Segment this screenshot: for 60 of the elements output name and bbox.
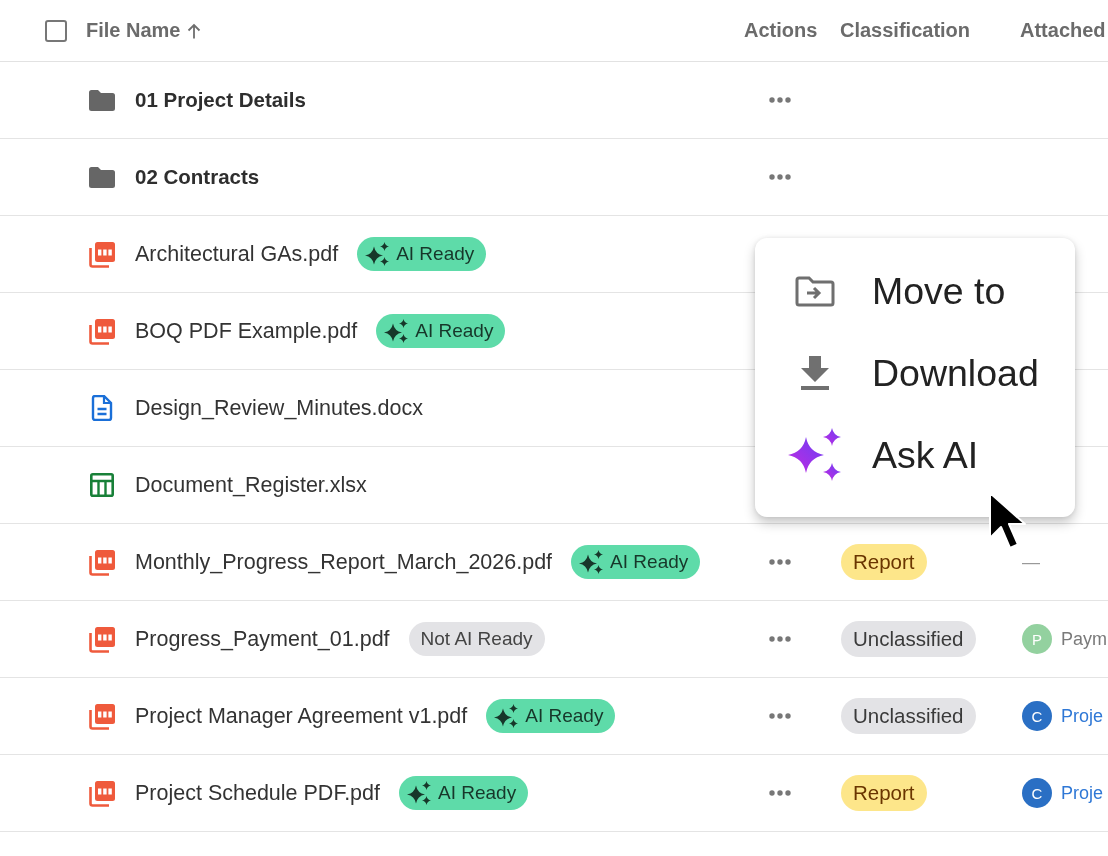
- sparkle-icon: [788, 428, 842, 482]
- file-name[interactable]: Design_Review_Minutes.docx: [135, 395, 423, 421]
- file-name[interactable]: BOQ PDF Example.pdf: [135, 318, 358, 344]
- select-all-checkbox[interactable]: [45, 19, 67, 42]
- ai-status-text: AI Ready: [525, 705, 604, 727]
- sparkle-icon: [494, 704, 519, 728]
- sparkle-icon: [365, 242, 390, 266]
- pdf-file-icon: [88, 625, 115, 653]
- classification-tag: Report: [841, 544, 927, 580]
- pdf-file-icon: [88, 548, 115, 576]
- pdf-file-icon: [88, 240, 115, 268]
- pdf-file-icon: [88, 779, 115, 807]
- ai-status-text: AI Ready: [396, 243, 475, 265]
- file-name[interactable]: 01 Project Details: [135, 88, 306, 112]
- file-name[interactable]: Document_Register.xlsx: [135, 472, 367, 498]
- classification-tag: Unclassified: [841, 621, 976, 657]
- folder-icon: [88, 89, 115, 111]
- column-header[interactable]: Classification: [840, 19, 971, 42]
- column-header[interactable]: Actions: [744, 19, 818, 42]
- column-header[interactable]: Attached: [1020, 19, 1106, 42]
- more-options-icon[interactable]: [769, 174, 791, 180]
- more-options-icon[interactable]: [769, 790, 791, 796]
- classification-tag: Unclassified: [841, 698, 976, 734]
- folder-icon: [88, 166, 115, 188]
- menu-item[interactable]: Download: [755, 332, 1075, 414]
- document-icon: [90, 395, 113, 421]
- avatar: C: [1022, 778, 1052, 808]
- ai-status-text: AI Ready: [610, 551, 689, 573]
- more-options-icon[interactable]: [769, 636, 791, 642]
- more-options-icon[interactable]: [769, 97, 791, 103]
- sort-arrow-icon[interactable]: [187, 22, 202, 39]
- attachment-name: —: [1022, 551, 1040, 573]
- sparkle-icon: [407, 781, 431, 805]
- file-name[interactable]: Architectural GAs.pdf: [135, 241, 339, 267]
- avatar: C: [1022, 701, 1052, 731]
- file-name[interactable]: Project Manager Agreement v1.pdf: [135, 703, 468, 729]
- download-icon: [799, 356, 831, 390]
- ai-status-text: Not AI Ready: [420, 628, 533, 650]
- file-name[interactable]: 02 Contracts: [135, 165, 260, 189]
- attachment-link[interactable]: Proje: [1061, 782, 1104, 804]
- spreadsheet-icon: [89, 473, 114, 497]
- more-options-icon[interactable]: [769, 559, 791, 565]
- pdf-file-icon: [88, 317, 115, 345]
- pdf-file-icon: [88, 702, 115, 730]
- more-options-icon[interactable]: [769, 713, 791, 719]
- column-header[interactable]: File Name: [86, 19, 181, 42]
- menu-item[interactable]: Ask AI: [755, 414, 1075, 496]
- sparkle-icon: [384, 319, 409, 343]
- sparkle-icon: [579, 550, 604, 574]
- move-to-folder-icon: [795, 275, 835, 307]
- ai-status-text: AI Ready: [438, 782, 517, 804]
- menu-item[interactable]: Move to: [755, 250, 1075, 332]
- attachment-link[interactable]: Proje: [1061, 705, 1104, 727]
- file-name[interactable]: Progress_Payment_01.pdf: [135, 626, 390, 652]
- attachment-name: Paym: [1061, 628, 1107, 650]
- ai-status-text: AI Ready: [415, 320, 494, 342]
- file-name[interactable]: Project Schedule PDF.pdf: [135, 780, 380, 806]
- classification-tag: Report: [841, 775, 927, 811]
- avatar: P: [1022, 624, 1052, 654]
- file-name[interactable]: Monthly_Progress_Report_March_2026.pdf: [135, 549, 553, 575]
